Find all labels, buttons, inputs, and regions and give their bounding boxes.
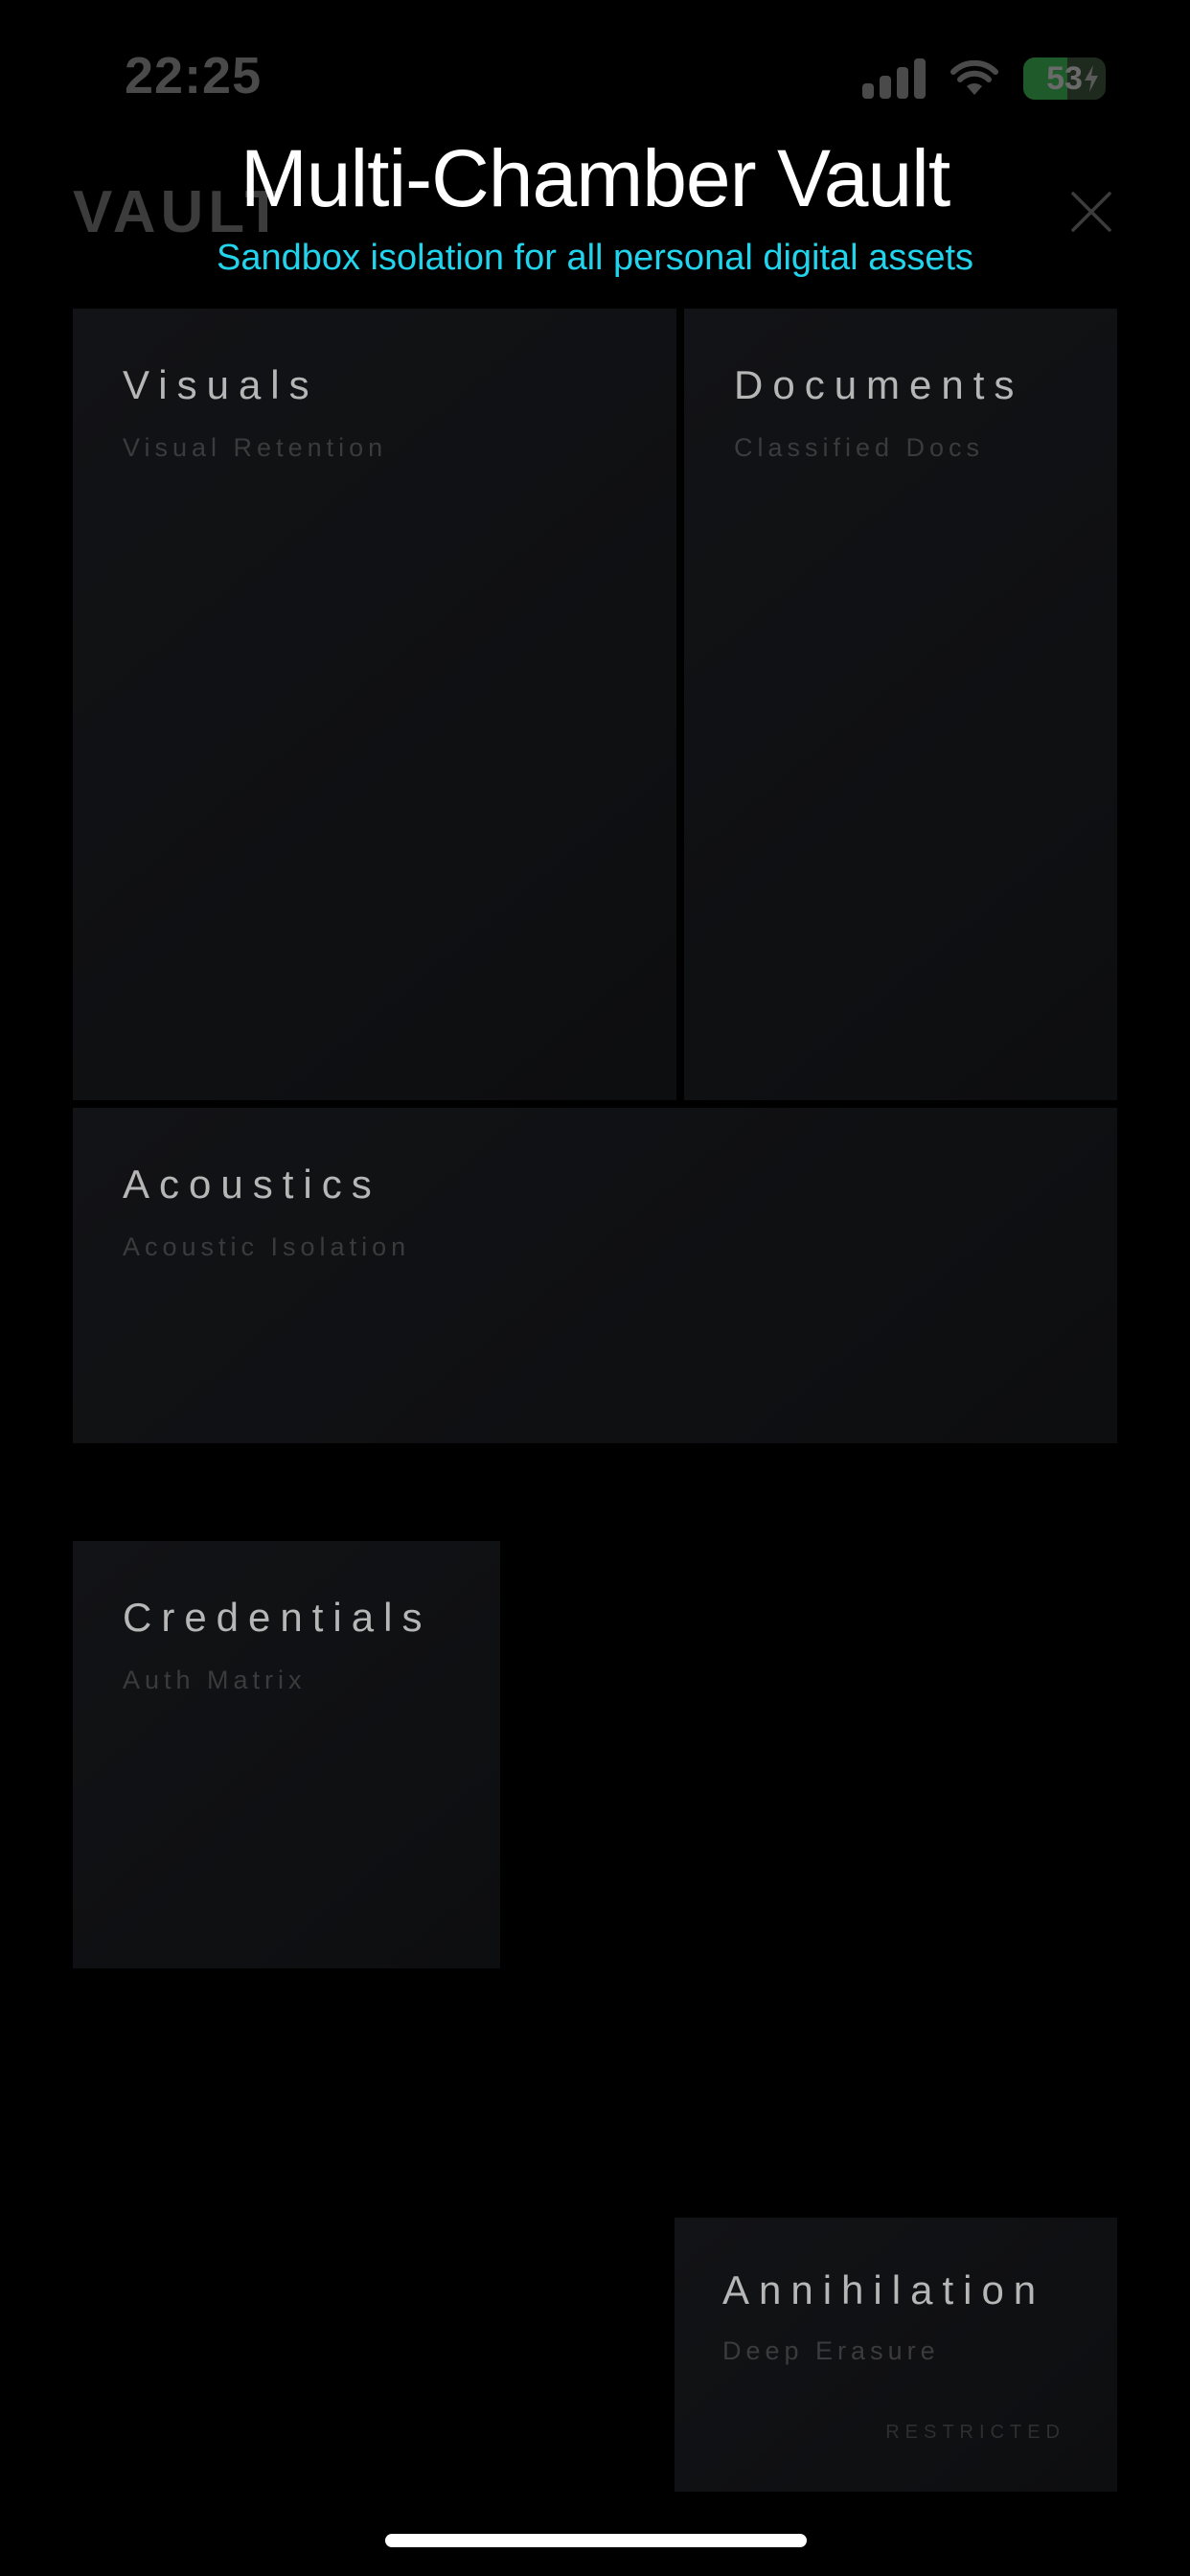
battery-indicator: 53 <box>1023 58 1106 100</box>
home-indicator[interactable] <box>385 2534 807 2547</box>
chamber-title: Visuals <box>123 362 319 407</box>
chamber-card-credentials[interactable]: Credentials Auth Matrix <box>73 1541 500 1968</box>
chamber-card-acoustics[interactable]: Acoustics Acoustic Isolation <box>73 1108 1117 1443</box>
status-indicators: 53 <box>862 56 1106 102</box>
status-time: 22:25 <box>125 47 263 104</box>
wifi-icon <box>950 60 998 97</box>
chamber-title: Acoustics <box>123 1162 381 1207</box>
chamber-card-annihilation[interactable]: Annihilation Deep Erasure RESTRICTED <box>675 2218 1117 2492</box>
chamber-card-documents[interactable]: Documents Classified Docs <box>684 309 1117 1100</box>
chamber-card-visuals[interactable]: Visuals Visual Retention <box>73 309 676 1100</box>
cellular-signal-icon <box>862 58 926 99</box>
chamber-subtitle: Deep Erasure <box>722 2336 940 2365</box>
chamber-title: Credentials <box>123 1595 432 1640</box>
restricted-badge: RESTRICTED <box>885 2422 1065 2443</box>
chamber-title: Annihilation <box>722 2267 1046 2312</box>
chamber-subtitle: Auth Matrix <box>123 1666 307 1694</box>
charging-bolt-icon <box>1083 65 1100 92</box>
chamber-subtitle: Classified Docs <box>734 433 985 462</box>
chamber-subtitle: Acoustic Isolation <box>123 1232 411 1261</box>
page-subtitle: Sandbox isolation for all personal digit… <box>216 238 974 278</box>
page-title: Multi-Chamber Vault <box>240 133 950 223</box>
chamber-title: Documents <box>734 362 1024 407</box>
chamber-subtitle: Visual Retention <box>123 433 388 462</box>
